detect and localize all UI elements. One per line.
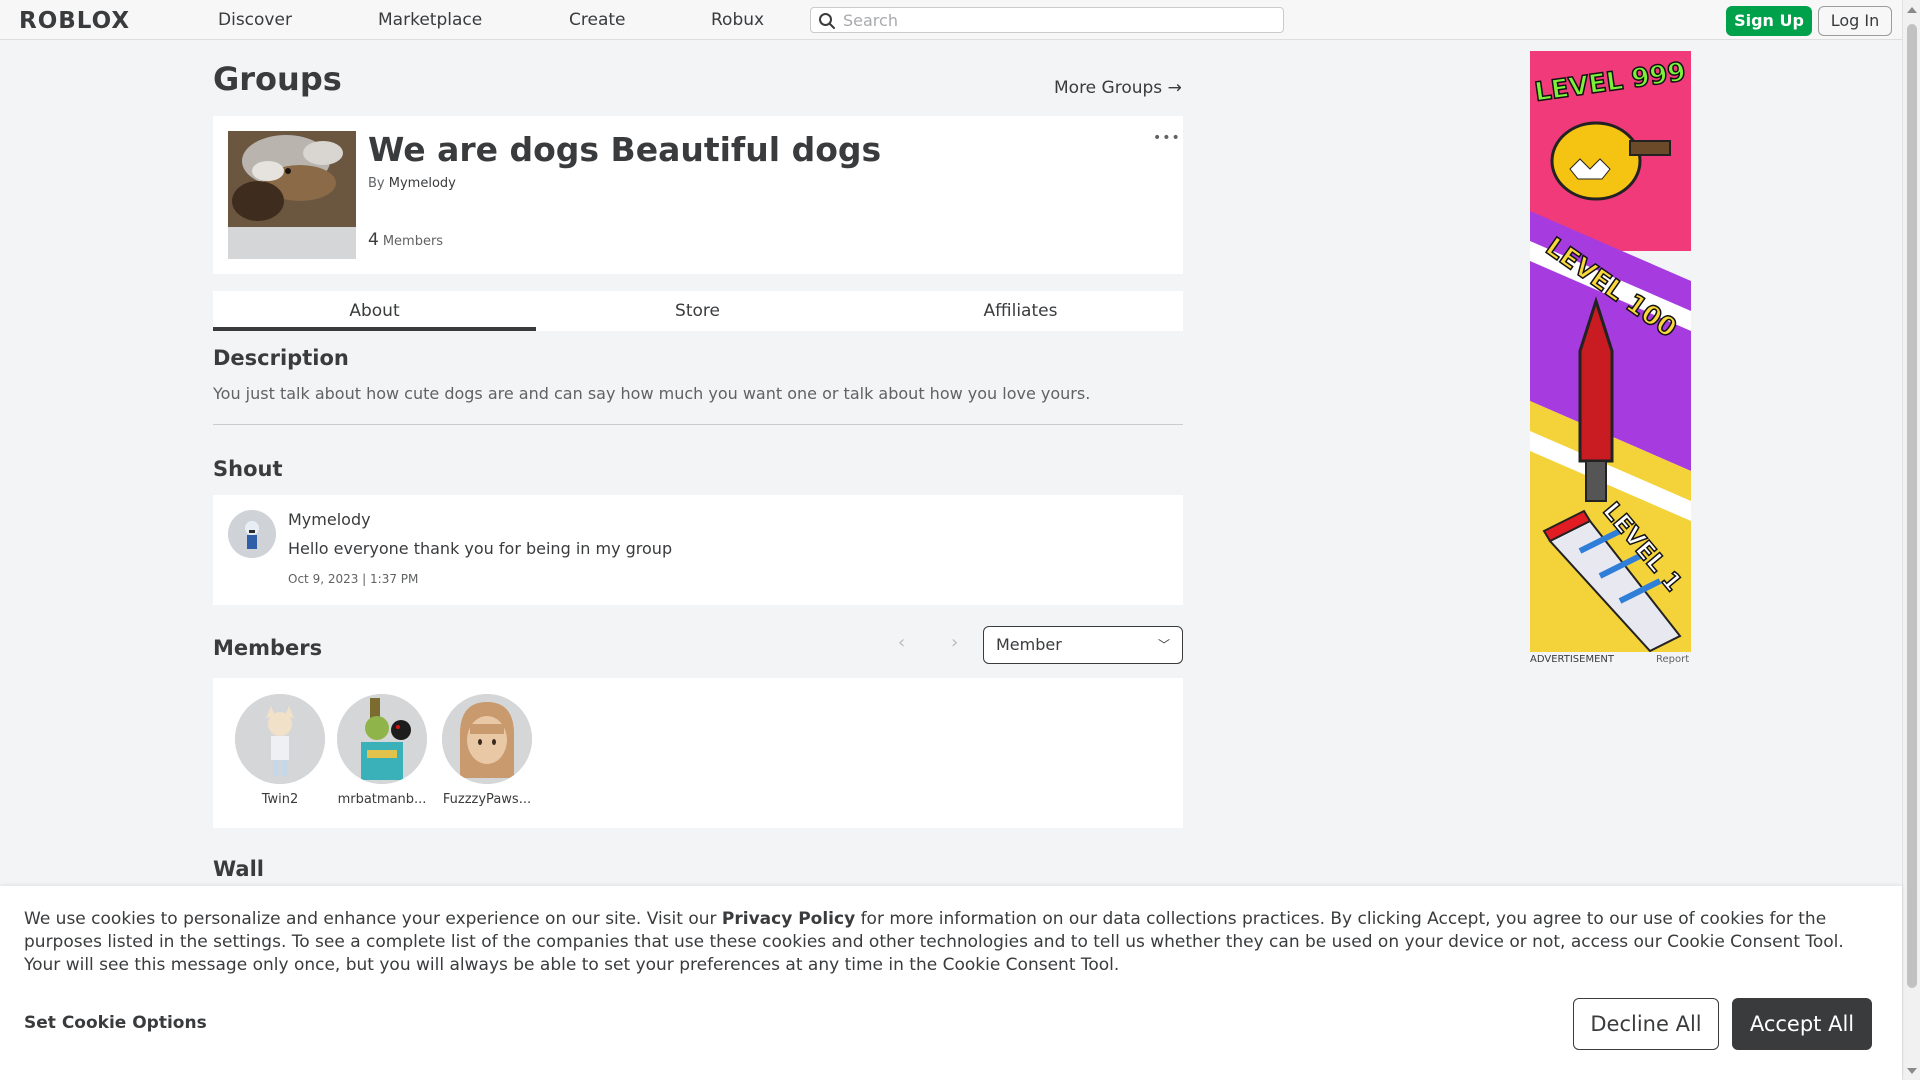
description-text: You just talk about how cute dogs are an… <box>213 384 1091 403</box>
role-dropdown-value: Member <box>996 635 1062 654</box>
group-header-card: We are dogs Beautiful dogs By Mymelody 4… <box>213 116 1183 274</box>
search-icon[interactable] <box>818 12 836 30</box>
divider <box>213 424 1183 425</box>
tab-affiliates[interactable]: Affiliates <box>859 291 1182 331</box>
nav-marketplace[interactable]: Marketplace <box>378 10 482 30</box>
sign-up-button[interactable]: Sign Up <box>1726 6 1812 36</box>
advertisement-banner[interactable]: LEVEL 999 LEVEL 100 LEVEL 1 <box>1530 51 1691 652</box>
scroll-up-arrow-icon[interactable] <box>1907 7 1917 13</box>
group-emblem-image <box>228 131 356 259</box>
decline-all-button[interactable]: Decline All <box>1573 998 1719 1050</box>
member-avatar <box>235 694 325 784</box>
shout-message: Hello everyone thank you for being in my… <box>288 539 673 558</box>
nav-create[interactable]: Create <box>569 10 626 30</box>
more-options-icon[interactable]: ••• <box>1153 130 1181 146</box>
shout-heading: Shout <box>213 457 283 481</box>
tab-store[interactable]: Store <box>536 291 859 331</box>
nav-robux[interactable]: Robux <box>711 10 764 30</box>
member-count-label: Members <box>382 234 444 249</box>
group-owner-link[interactable]: Mymelody <box>389 176 456 191</box>
member-item[interactable]: FuzzzyPaws... <box>437 694 537 807</box>
member-count-number: 4 <box>368 230 379 250</box>
nav-discover[interactable]: Discover <box>218 10 292 30</box>
log-in-button[interactable]: Log In <box>1818 6 1892 36</box>
cookie-text-before: We use cookies to personalize and enhanc… <box>24 909 722 929</box>
advertisement-label: ADVERTISEMENT <box>1530 654 1615 665</box>
member-item[interactable]: mrbatmanb... <box>332 694 432 807</box>
cookie-message: We use cookies to personalize and enhanc… <box>24 908 1884 977</box>
scroll-thumb[interactable] <box>1907 24 1917 988</box>
top-navigation: ROBLOX Discover Marketplace Create Robux… <box>0 0 1902 40</box>
tab-about[interactable]: About <box>213 291 536 331</box>
description-heading: Description <box>213 346 349 370</box>
shout-username[interactable]: Mymelody <box>288 510 371 529</box>
next-page-chevron-icon[interactable]: › <box>951 632 958 653</box>
shout-timestamp: Oct 9, 2023 | 1:37 PM <box>288 572 419 586</box>
page-scrollbar[interactable] <box>1902 0 1920 1080</box>
wall-heading: Wall <box>213 857 264 881</box>
search-box <box>810 7 1284 33</box>
privacy-policy-link[interactable]: Privacy Policy <box>722 909 855 929</box>
member-item[interactable]: Twin2 <box>230 694 330 807</box>
group-owner-line: By Mymelody <box>368 176 456 191</box>
member-count: 4 Members <box>368 230 443 250</box>
group-name: We are dogs Beautiful dogs <box>368 130 882 169</box>
roblox-logo[interactable]: ROBLOX <box>19 8 130 34</box>
by-label: By <box>368 176 385 191</box>
member-avatar <box>442 694 532 784</box>
shout-avatar[interactable] <box>228 510 276 558</box>
accept-all-button[interactable]: Accept All <box>1732 998 1872 1050</box>
shout-card: Mymelody Hello everyone thank you for be… <box>213 495 1183 605</box>
members-list: Twin2 mrbatmanb... FuzzzyPaws... <box>213 678 1183 828</box>
member-name: Twin2 <box>261 792 299 807</box>
search-input[interactable] <box>843 10 1273 30</box>
group-tabs: About Store Affiliates <box>213 291 1183 331</box>
member-name: FuzzzyPaws... <box>442 792 532 807</box>
previous-page-chevron-icon[interactable]: ‹ <box>898 632 905 653</box>
chevron-down-icon: ﹀ <box>1157 638 1170 652</box>
cookie-consent-banner: We use cookies to personalize and enhanc… <box>0 886 1902 1080</box>
page-title: Groups <box>213 60 342 98</box>
members-heading: Members <box>213 636 323 660</box>
ad-report-link[interactable]: Report <box>1656 654 1689 665</box>
more-groups-link[interactable]: More Groups → <box>1054 78 1182 98</box>
member-avatar <box>337 694 427 784</box>
set-cookie-options-link[interactable]: Set Cookie Options <box>24 1013 207 1033</box>
role-dropdown[interactable]: Member ﹀ <box>983 626 1183 664</box>
scroll-down-arrow-icon[interactable] <box>1907 1068 1917 1074</box>
member-name: mrbatmanb... <box>337 792 427 807</box>
